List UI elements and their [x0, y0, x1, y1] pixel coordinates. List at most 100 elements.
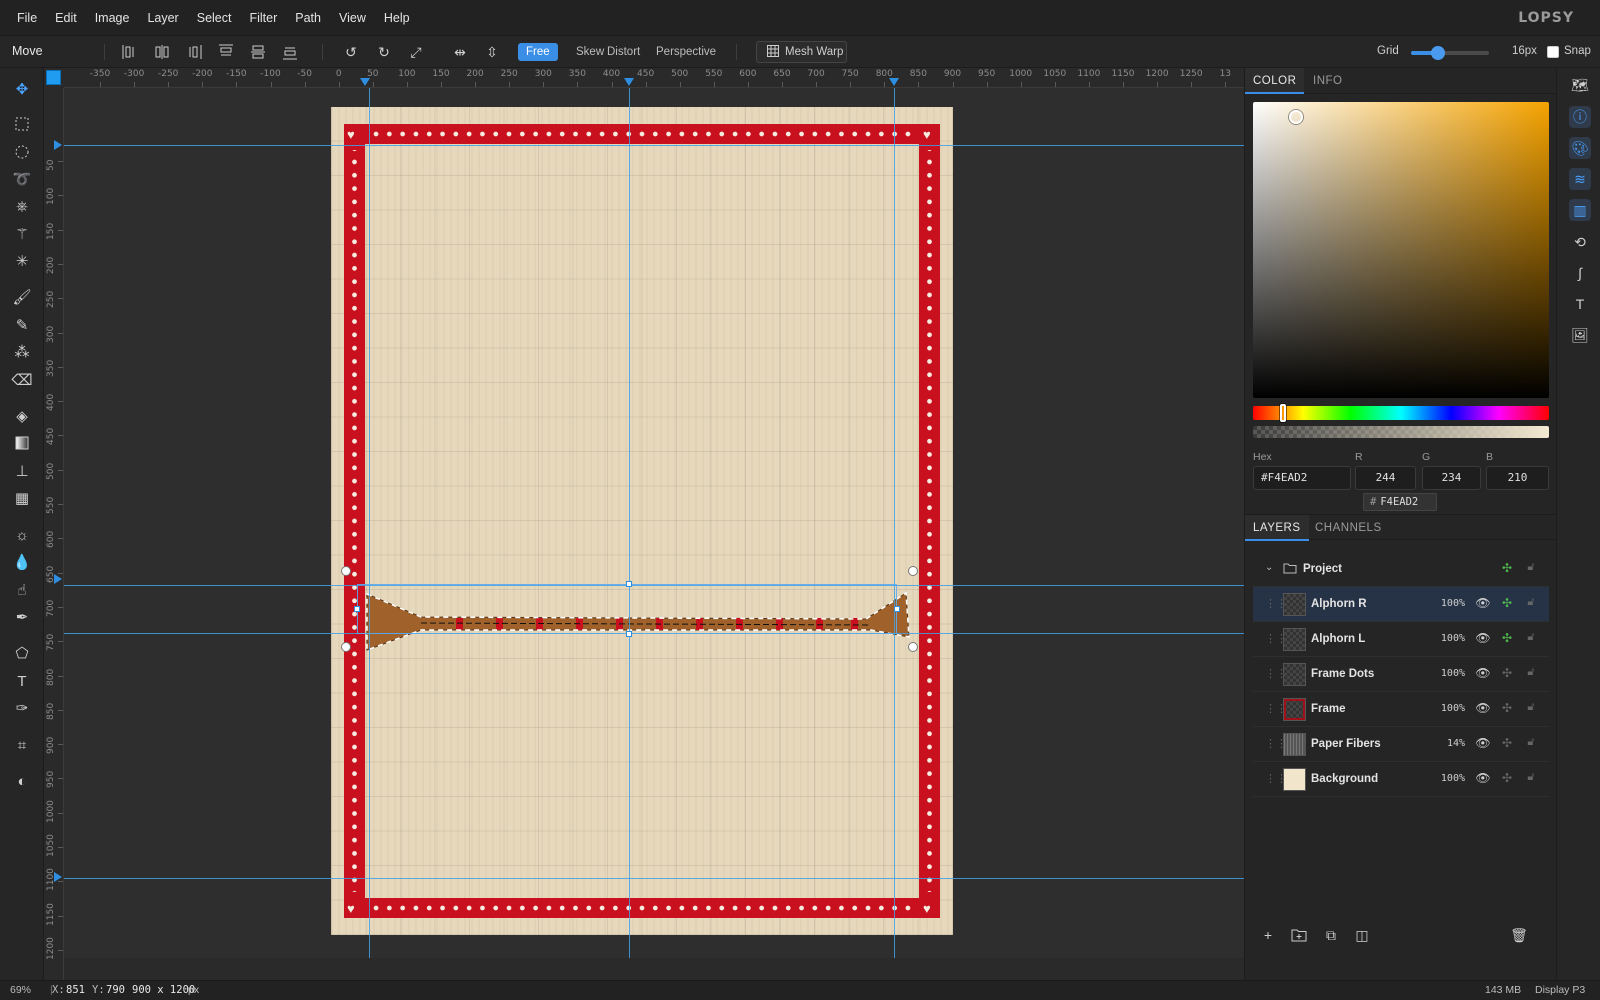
lasso-tool-icon[interactable]: ➰	[10, 167, 34, 191]
document-canvas[interactable]: ♥ ♥ ♥ ♥	[331, 107, 953, 935]
transform-bounding-box[interactable]	[357, 584, 897, 634]
rect-select-tool-icon[interactable]	[10, 112, 34, 136]
eye-icon[interactable]: 👁︎	[1475, 771, 1491, 787]
guide-vertical[interactable]	[369, 88, 370, 958]
guide-marker[interactable]	[889, 78, 899, 86]
dodge-tool-icon[interactable]: ☼	[10, 523, 34, 547]
puzzle-icon[interactable]: ✣	[1499, 771, 1515, 787]
blue-input[interactable]: 210	[1486, 466, 1549, 490]
info-icon[interactable]: ⓘ	[1569, 106, 1591, 128]
mode-free[interactable]: Free	[518, 43, 558, 61]
blur-tool-icon[interactable]: 💧	[10, 550, 34, 574]
pen-tool-icon[interactable]: ✑	[10, 696, 34, 720]
puzzle-icon[interactable]: ✣	[1499, 631, 1515, 647]
transform-handle[interactable]	[354, 606, 360, 612]
canvas-workspace[interactable]: ♥ ♥ ♥ ♥	[64, 88, 1244, 958]
zoom-level[interactable]: 69%	[10, 984, 31, 996]
transform-corner-handle[interactable]	[341, 642, 351, 652]
align-center-h-icon[interactable]	[152, 42, 172, 62]
layer-name[interactable]: Frame Dots	[1311, 668, 1374, 680]
eraser-tool-icon[interactable]: ⌫	[10, 368, 34, 392]
history-icon[interactable]: ⟲	[1569, 231, 1591, 253]
menu-filter[interactable]: Filter	[240, 0, 286, 36]
layer-row[interactable]: ⋮⋮ Alphorn L 100% 👁︎ ✣ 🔓︎	[1253, 622, 1549, 657]
green-input[interactable]: 234	[1422, 466, 1481, 490]
eye-icon[interactable]: 👁︎	[1475, 666, 1491, 682]
hex-chip[interactable]: # F4EAD2	[1363, 493, 1437, 511]
guide-horizontal[interactable]	[64, 878, 1244, 879]
lock-icon[interactable]: 🔓︎	[1523, 666, 1539, 682]
layer-opacity[interactable]: 100%	[1441, 668, 1465, 679]
spray-tool-icon[interactable]: ⁂	[10, 340, 34, 364]
red-input[interactable]: 244	[1355, 466, 1416, 490]
guide-vertical[interactable]	[629, 88, 630, 958]
move-tool-icon[interactable]: ✥	[10, 77, 34, 101]
flip-horizontal-icon[interactable]: ⇹	[450, 42, 470, 62]
layer-opacity[interactable]: 100%	[1441, 633, 1465, 644]
magic-wand-tool-icon[interactable]: ⚚	[10, 222, 34, 246]
mask-layer-icon[interactable]: ◫	[1351, 924, 1373, 946]
layer-row[interactable]: ⋮⋮ Paper Fibers 14% 👁︎ ✣ 🔓︎	[1253, 727, 1549, 762]
menu-layer[interactable]: Layer	[138, 0, 187, 36]
smudge-tool-icon[interactable]: ☝	[10, 578, 34, 602]
transform-corner-handle[interactable]	[341, 566, 351, 576]
layer-opacity[interactable]: 100%	[1441, 773, 1465, 784]
saturation-value-picker[interactable]	[1253, 102, 1549, 398]
puzzle-icon[interactable]: ✣	[1499, 701, 1515, 717]
puzzle-icon[interactable]: ✣	[1499, 561, 1515, 577]
guide-marker[interactable]	[624, 78, 634, 86]
ellipse-select-tool-icon[interactable]	[10, 140, 34, 164]
eye-icon[interactable]: 👁︎	[1475, 596, 1491, 612]
alpha-slider[interactable]	[1253, 426, 1549, 438]
mask-toggle-icon[interactable]: ◐	[10, 769, 34, 793]
mode-distort[interactable]: Distort	[599, 43, 648, 61]
guide-marker[interactable]	[54, 872, 62, 882]
puzzle-icon[interactable]: ✣	[1499, 596, 1515, 612]
image-adjust-icon[interactable]: 🖼︎	[1569, 324, 1591, 346]
guide-marker[interactable]	[54, 574, 62, 584]
mode-perspective[interactable]: Perspective	[648, 43, 724, 61]
guide-vertical[interactable]	[894, 88, 895, 958]
channels-icon[interactable]: ▥	[1569, 199, 1591, 221]
lock-icon[interactable]: 🔓︎	[1523, 736, 1539, 752]
paint-bucket-tool-icon[interactable]: ◈	[10, 404, 34, 428]
guide-horizontal[interactable]	[64, 145, 1244, 146]
chevron-down-icon[interactable]: ⌄	[1265, 562, 1273, 573]
guide-marker[interactable]	[360, 78, 370, 86]
layer-row[interactable]: ⋮⋮ Frame Dots 100% 👁︎ ✣ 🔓︎	[1253, 657, 1549, 692]
hue-slider[interactable]	[1253, 406, 1549, 420]
lock-icon[interactable]: 🔓︎	[1523, 561, 1539, 577]
flip-vertical-icon[interactable]: ⇳	[482, 42, 502, 62]
menu-help[interactable]: Help	[375, 0, 419, 36]
color-picker-knob[interactable]	[1289, 110, 1303, 124]
curves-icon[interactable]: ∫	[1569, 262, 1591, 284]
hex-input[interactable]: #F4EAD2	[1253, 466, 1351, 490]
eyedropper-tool-icon[interactable]: ✒	[10, 605, 34, 629]
add-layer-icon[interactable]: +	[1257, 924, 1279, 946]
map-icon[interactable]: 🗺︎	[1569, 74, 1591, 96]
quick-select-tool-icon[interactable]: ✳	[10, 249, 34, 273]
eye-icon[interactable]: 👁︎	[1475, 736, 1491, 752]
layer-name[interactable]: Alphorn L	[1311, 633, 1365, 645]
lock-icon[interactable]: 🔓︎	[1523, 596, 1539, 612]
align-bottom-icon[interactable]	[280, 42, 300, 62]
mesh-warp-button[interactable]: Mesh Warp	[756, 41, 847, 63]
layer-row[interactable]: ⋮⋮ Alphorn R 100% 👁︎ ✣ 🔓︎	[1253, 587, 1549, 622]
grid-size-slider[interactable]	[1411, 46, 1489, 60]
menu-edit[interactable]: Edit	[46, 0, 86, 36]
type-icon[interactable]: T	[1569, 293, 1591, 315]
grid-slider-knob[interactable]	[1431, 46, 1446, 60]
align-right-icon[interactable]	[184, 42, 204, 62]
eye-icon[interactable]: 👁︎	[1475, 631, 1491, 647]
tab-info[interactable]: INFO	[1305, 68, 1350, 94]
ruler-corner-color-swatch[interactable]	[46, 70, 61, 85]
stamp-tool-icon[interactable]: ⊥	[10, 459, 34, 483]
layer-group-project[interactable]: ⌄ Project ✣ 🔓︎	[1253, 552, 1549, 587]
layer-name[interactable]: Paper Fibers	[1311, 738, 1381, 750]
polygon-tool-icon[interactable]: ⬠	[10, 641, 34, 665]
layers-icon[interactable]: ≋	[1569, 168, 1591, 190]
puzzle-icon[interactable]: ✣	[1499, 666, 1515, 682]
gradient-tool-icon[interactable]	[10, 431, 34, 455]
align-middle-v-icon[interactable]	[248, 42, 268, 62]
snap-checkbox[interactable]	[1547, 46, 1559, 58]
